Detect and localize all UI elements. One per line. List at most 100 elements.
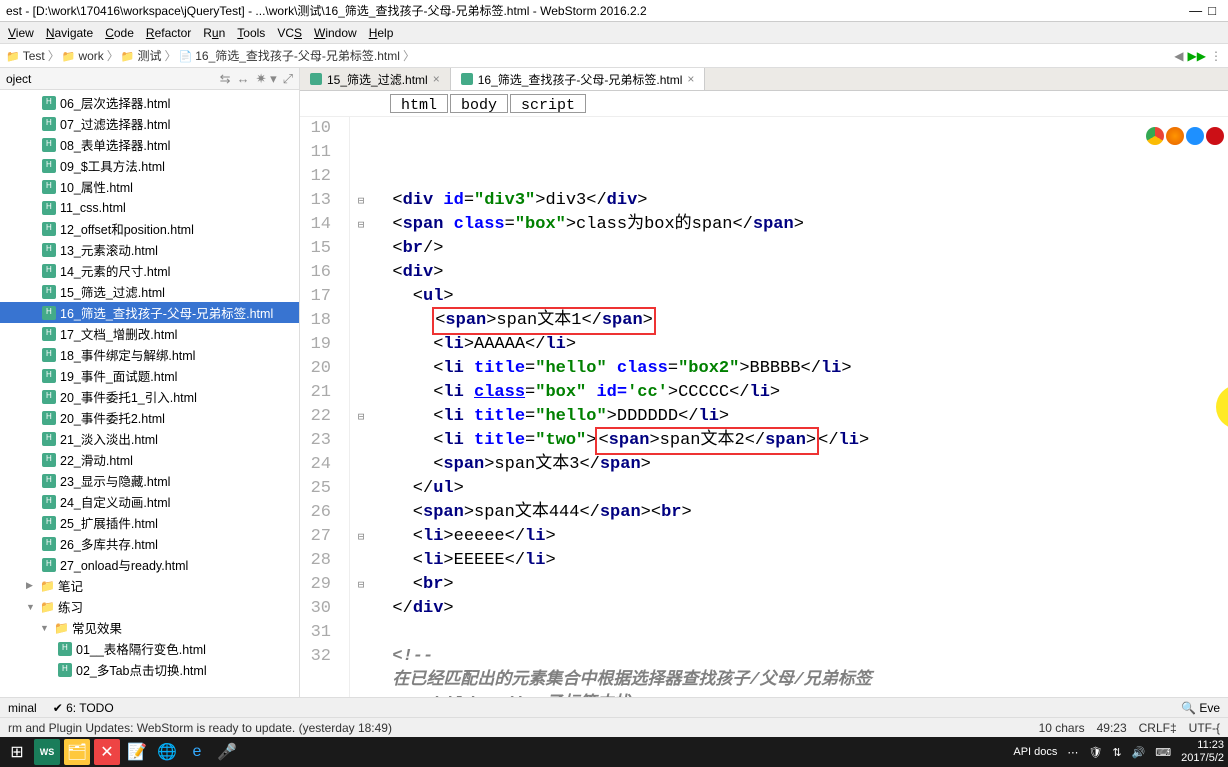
tree-item[interactable]: 25_扩展插件.html — [0, 512, 299, 533]
taskbar-xmind-icon[interactable]: ✕ — [94, 739, 120, 765]
chrome-icon[interactable] — [1146, 127, 1164, 145]
code-line[interactable]: <span>span文本1</span> — [372, 309, 1228, 333]
code-line[interactable]: <span>span文本444</span><br> — [372, 501, 1228, 525]
code-line[interactable]: <li>eeeee</li> — [372, 525, 1228, 549]
code-line[interactable] — [372, 621, 1228, 645]
menu-vcs[interactable]: VCS — [277, 26, 302, 40]
tree-item[interactable]: 21_淡入淡出.html — [0, 428, 299, 449]
close-icon[interactable]: × — [433, 72, 440, 86]
code-lines[interactable]: <div id="div3">div3</div> <span class="b… — [372, 117, 1228, 697]
tree-item[interactable]: 14_元素的尺寸.html — [0, 260, 299, 281]
taskbar-notepad-icon[interactable]: 📝 — [124, 739, 150, 765]
menu-code[interactable]: Code — [105, 26, 134, 40]
todo-tab[interactable]: ✔ 6: TODO — [53, 701, 114, 715]
start-button[interactable]: ⊞ — [4, 739, 30, 765]
breadcrumb-item[interactable]: 16_筛选_查找孩子-父母-兄弟标签.html 〉 — [179, 47, 415, 64]
tree-item[interactable]: 15_筛选_过滤.html — [0, 281, 299, 302]
code-line[interactable]: <li class="box" id='cc'>CCCCC</li> — [372, 381, 1228, 405]
tray-volume-icon[interactable]: 🔊 — [1132, 746, 1146, 759]
breadcrumb-tag[interactable]: html — [390, 94, 448, 113]
tree-item[interactable]: 01__表格隔行变色.html — [0, 638, 299, 659]
tree-item[interactable]: 06_层次选择器.html — [0, 92, 299, 113]
terminal-tab[interactable]: minal — [8, 701, 37, 715]
code-line[interactable]: <!-- — [372, 645, 1228, 669]
code-line[interactable]: <li>EEEEE</li> — [372, 549, 1228, 573]
code-line[interactable]: <li title="two"><span>span文本2</span></li… — [372, 429, 1228, 453]
code-line[interactable]: 1. children(): 子标签中找 — [372, 693, 1228, 697]
breadcrumb-tag[interactable]: script — [510, 94, 586, 113]
breadcrumb-item[interactable]: 测试 〉 — [121, 47, 177, 64]
tree-item[interactable]: 20_事件委托1_引入.html — [0, 386, 299, 407]
code-line[interactable]: 在已经匹配出的元素集合中根据选择器查找孩子/父母/兄弟标签 — [372, 669, 1228, 693]
code-line[interactable]: </ul> — [372, 477, 1228, 501]
tool-hide-icon[interactable]: ⤢ — [283, 71, 293, 87]
code-line[interactable]: <div> — [372, 261, 1228, 285]
tree-item[interactable]: 08_表单选择器.html — [0, 134, 299, 155]
tray-network-icon[interactable]: ⇅ — [1112, 746, 1121, 759]
minimize-button[interactable]: — — [1189, 3, 1202, 18]
tree-item[interactable]: ▼常见效果 — [0, 617, 299, 638]
run-icon[interactable]: ▶▶ — [1188, 49, 1206, 63]
code-line[interactable]: <span>span文本3</span> — [372, 453, 1228, 477]
taskbar-webstorm-icon[interactable]: WS — [34, 739, 60, 765]
menu-view[interactable]: View — [8, 26, 34, 40]
code-line[interactable]: <div id="div3">div3</div> — [372, 189, 1228, 213]
tool-gear-icon[interactable]: ✷ ▾ — [256, 71, 277, 87]
more-icon[interactable]: ⋮ — [1210, 49, 1222, 63]
tree-item[interactable]: 27_onload与ready.html — [0, 554, 299, 575]
taskbar-date[interactable]: 2017/5/2 — [1181, 752, 1224, 765]
tree-item[interactable]: 11_css.html — [0, 197, 299, 218]
tree-item[interactable]: 13_元素滚动.html — [0, 239, 299, 260]
menu-run[interactable]: Run — [203, 26, 225, 40]
taskbar-chrome-icon[interactable]: 🌐 — [154, 739, 180, 765]
breadcrumb-tag[interactable]: body — [450, 94, 508, 113]
code-line[interactable]: <li title="hello">DDDDDD</li> — [372, 405, 1228, 429]
code-area[interactable]: 1011121314151617181920212223242526272829… — [300, 117, 1228, 697]
tool-sync-icon[interactable]: ⇆ — [220, 71, 231, 87]
tray-more-icon[interactable]: ⋯ — [1067, 746, 1078, 759]
event-log[interactable]: Eve — [1199, 701, 1220, 715]
editor-tab[interactable]: 16_筛选_查找孩子-父母-兄弟标签.html× — [451, 68, 706, 90]
taskbar-time[interactable]: 11:23 — [1181, 739, 1224, 752]
code-line[interactable]: <span class="box">class为box的span</span> — [372, 213, 1228, 237]
code-line[interactable]: <ul> — [372, 285, 1228, 309]
search-icon[interactable]: 🔍 — [1181, 701, 1196, 715]
tree-item[interactable]: 10_属性.html — [0, 176, 299, 197]
tree-item[interactable]: 16_筛选_查找孩子-父母-兄弟标签.html — [0, 302, 299, 323]
firefox-icon[interactable] — [1166, 127, 1184, 145]
menu-help[interactable]: Help — [369, 26, 394, 40]
tree-item[interactable]: 26_多库共存.html — [0, 533, 299, 554]
status-encoding[interactable]: UTF-{ — [1189, 721, 1220, 735]
tree-item[interactable]: 17_文档_增删改.html — [0, 323, 299, 344]
back-icon[interactable]: ◀ — [1174, 49, 1183, 63]
menu-refactor[interactable]: Refactor — [146, 26, 191, 40]
taskbar-mic-icon[interactable]: 🎤 — [214, 739, 240, 765]
tree-item[interactable]: 23_显示与隐藏.html — [0, 470, 299, 491]
tree-item[interactable]: 24_自定义动画.html — [0, 491, 299, 512]
code-line[interactable]: <br> — [372, 573, 1228, 597]
code-line[interactable]: <br/> — [372, 237, 1228, 261]
tool-expand-icon[interactable]: ↔ — [237, 71, 250, 87]
code-line[interactable]: </div> — [372, 597, 1228, 621]
menu-navigate[interactable]: Navigate — [46, 26, 93, 40]
taskbar-apidocs[interactable]: API docs — [1013, 746, 1057, 758]
safari-icon[interactable] — [1186, 127, 1204, 145]
tree-item[interactable]: 02_多Tab点击切换.html — [0, 659, 299, 680]
taskbar-ie-icon[interactable]: e — [184, 739, 210, 765]
tree-item[interactable]: 18_事件绑定与解绑.html — [0, 344, 299, 365]
project-tree[interactable]: 06_层次选择器.html07_过滤选择器.html08_表单选择器.html 0… — [0, 90, 299, 697]
menu-tools[interactable]: Tools — [237, 26, 265, 40]
tree-item[interactable]: 22_滑动.html — [0, 449, 299, 470]
maximize-button[interactable]: □ — [1208, 3, 1216, 18]
fold-gutter[interactable]: ⊟⊟⊟⊟⊟ — [350, 117, 372, 697]
breadcrumb-item[interactable]: work 〉 — [62, 47, 119, 64]
code-line[interactable]: <li>AAAAA</li> — [372, 333, 1228, 357]
tree-item[interactable]: 20_事件委托2.html — [0, 407, 299, 428]
tree-item[interactable]: 07_过滤选择器.html — [0, 113, 299, 134]
close-icon[interactable]: × — [687, 72, 694, 86]
tree-item[interactable]: ▶笔记 — [0, 575, 299, 596]
breadcrumb-item[interactable]: Test 〉 — [6, 47, 60, 64]
status-lineending[interactable]: CRLF‡ — [1139, 721, 1177, 735]
tree-item[interactable]: ▼练习 — [0, 596, 299, 617]
code-line[interactable]: <li title="hello" class="box2">BBBBB</li… — [372, 357, 1228, 381]
